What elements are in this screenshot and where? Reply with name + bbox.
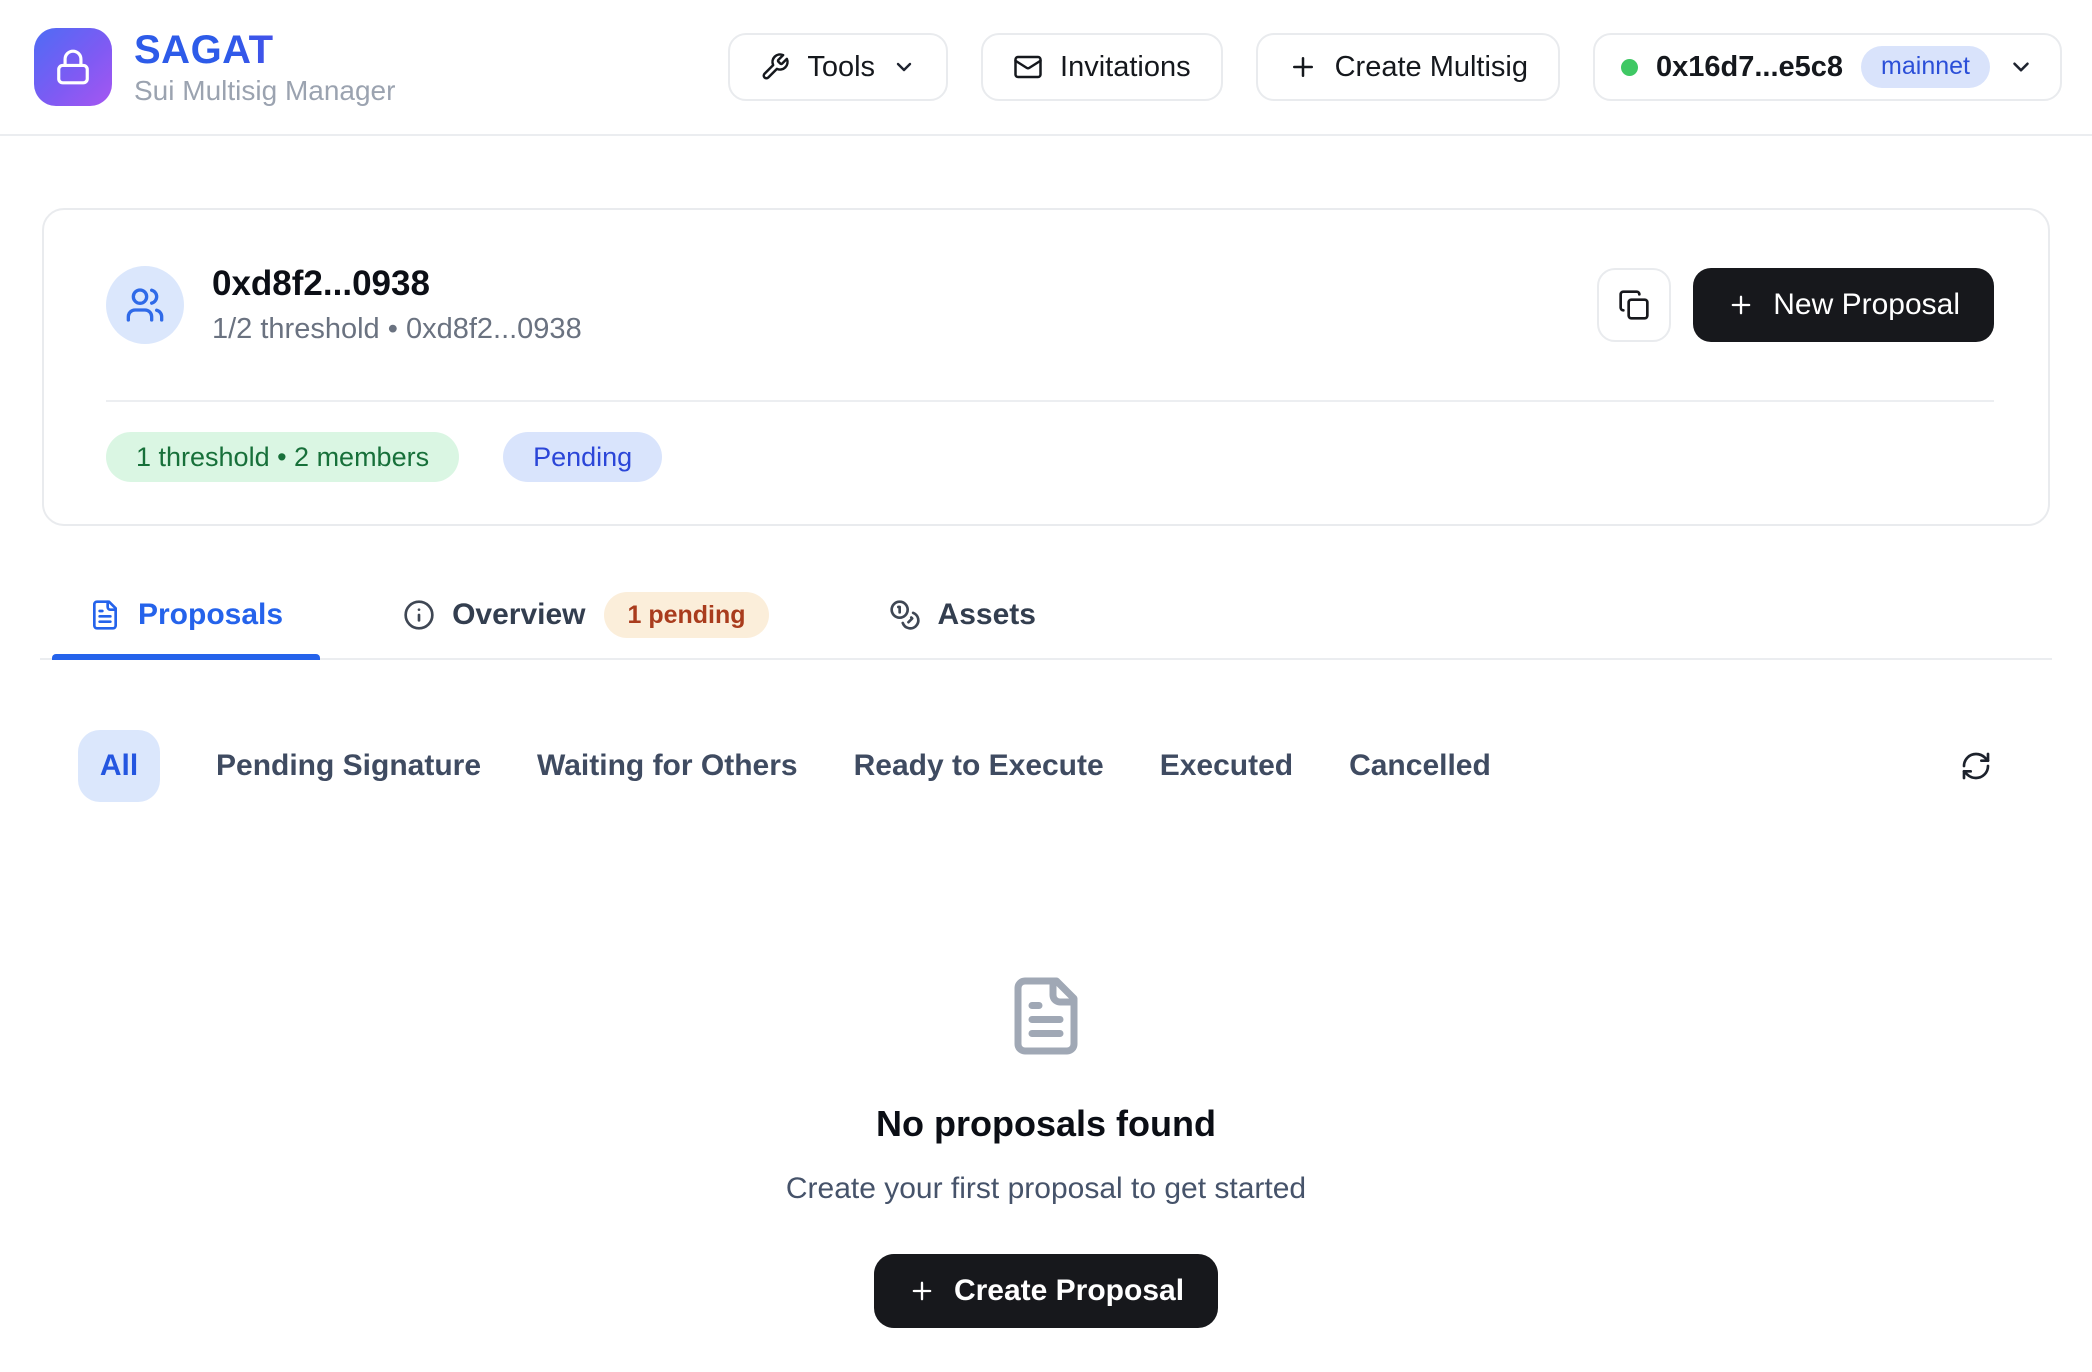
connection-status-dot <box>1621 59 1638 76</box>
filter-executed[interactable]: Executed <box>1160 749 1293 783</box>
create-proposal-button[interactable]: Create Proposal <box>874 1254 1218 1328</box>
copy-icon <box>1618 289 1650 321</box>
tab-overview-label: Overview <box>452 598 585 632</box>
app-title: SAGAT <box>134 28 395 72</box>
avatar <box>106 266 184 344</box>
chevron-down-icon <box>2008 54 2034 80</box>
brand: SAGAT Sui Multisig Manager <box>34 28 395 107</box>
lock-icon <box>54 48 92 86</box>
info-icon <box>403 599 435 631</box>
tab-overview[interactable]: Overview 1 pending <box>366 580 805 658</box>
multisig-badges: 1 threshold • 2 members Pending <box>44 402 2048 524</box>
network-badge: mainnet <box>1861 46 1990 88</box>
create-multisig-button[interactable]: Create Multisig <box>1256 33 1560 101</box>
plus-icon <box>908 1277 936 1305</box>
file-text-icon <box>1004 974 1088 1058</box>
invitations-button[interactable]: Invitations <box>981 33 1223 101</box>
new-proposal-label: New Proposal <box>1773 288 1960 322</box>
copy-address-button[interactable] <box>1597 268 1671 342</box>
create-multisig-label: Create Multisig <box>1335 51 1528 84</box>
multisig-titles: 0xd8f2...0938 1/2 threshold • 0xd8f2...0… <box>212 264 1597 346</box>
tab-assets-label: Assets <box>938 598 1036 632</box>
wrench-icon <box>760 52 790 82</box>
chevron-down-icon <box>892 55 916 79</box>
empty-state: No proposals found Create your first pro… <box>0 974 2092 1328</box>
multisig-summary-card: 0xd8f2...0938 1/2 threshold • 0xd8f2...0… <box>42 208 2050 526</box>
tab-proposals-label: Proposals <box>138 598 283 632</box>
create-proposal-label: Create Proposal <box>954 1274 1184 1308</box>
plus-icon <box>1288 52 1318 82</box>
tab-assets[interactable]: Assets <box>852 580 1073 658</box>
filter-cancelled[interactable]: Cancelled <box>1349 749 1491 783</box>
filter-all[interactable]: All <box>78 730 160 802</box>
coins-icon <box>889 599 921 631</box>
app-logo <box>34 28 112 106</box>
filter-ready-to-execute[interactable]: Ready to Execute <box>854 749 1104 783</box>
multisig-card-header: 0xd8f2...0938 1/2 threshold • 0xd8f2...0… <box>44 210 2048 346</box>
multisig-address-title: 0xd8f2...0938 <box>212 264 1597 304</box>
tab-proposals[interactable]: Proposals <box>52 580 320 658</box>
app-tagline: Sui Multisig Manager <box>134 75 395 107</box>
wallet-address: 0x16d7...e5c8 <box>1656 51 1843 84</box>
filter-pending-signature[interactable]: Pending Signature <box>216 749 481 783</box>
app-header: SAGAT Sui Multisig Manager Tools Invitat… <box>0 0 2092 136</box>
invitations-label: Invitations <box>1060 51 1191 84</box>
empty-state-subtitle: Create your first proposal to get starte… <box>786 1170 1306 1208</box>
proposal-filters: All Pending Signature Waiting for Others… <box>40 730 2052 802</box>
plus-icon <box>1727 291 1755 319</box>
users-icon <box>125 285 165 325</box>
membership-badge: 1 threshold • 2 members <box>106 432 459 482</box>
tab-bar: Proposals Overview 1 pending Assets <box>40 580 2052 660</box>
pending-count-badge: 1 pending <box>604 592 768 638</box>
header-actions: Tools Invitations Create Multisig 0x16d7… <box>728 33 2062 101</box>
mail-icon <box>1013 52 1043 82</box>
file-text-icon <box>89 599 121 631</box>
new-proposal-button[interactable]: New Proposal <box>1693 268 1994 342</box>
filter-waiting-for-others[interactable]: Waiting for Others <box>537 749 798 783</box>
multisig-subtitle: 1/2 threshold • 0xd8f2...0938 <box>212 313 1597 346</box>
tools-button[interactable]: Tools <box>728 33 948 101</box>
refresh-button[interactable] <box>1960 750 1992 782</box>
wallet-button[interactable]: 0x16d7...e5c8 mainnet <box>1593 33 2062 101</box>
status-badge: Pending <box>503 432 662 482</box>
brand-text: SAGAT Sui Multisig Manager <box>134 28 395 107</box>
tools-label: Tools <box>807 51 875 84</box>
empty-state-title: No proposals found <box>876 1102 1216 1146</box>
refresh-icon <box>1960 750 1992 782</box>
